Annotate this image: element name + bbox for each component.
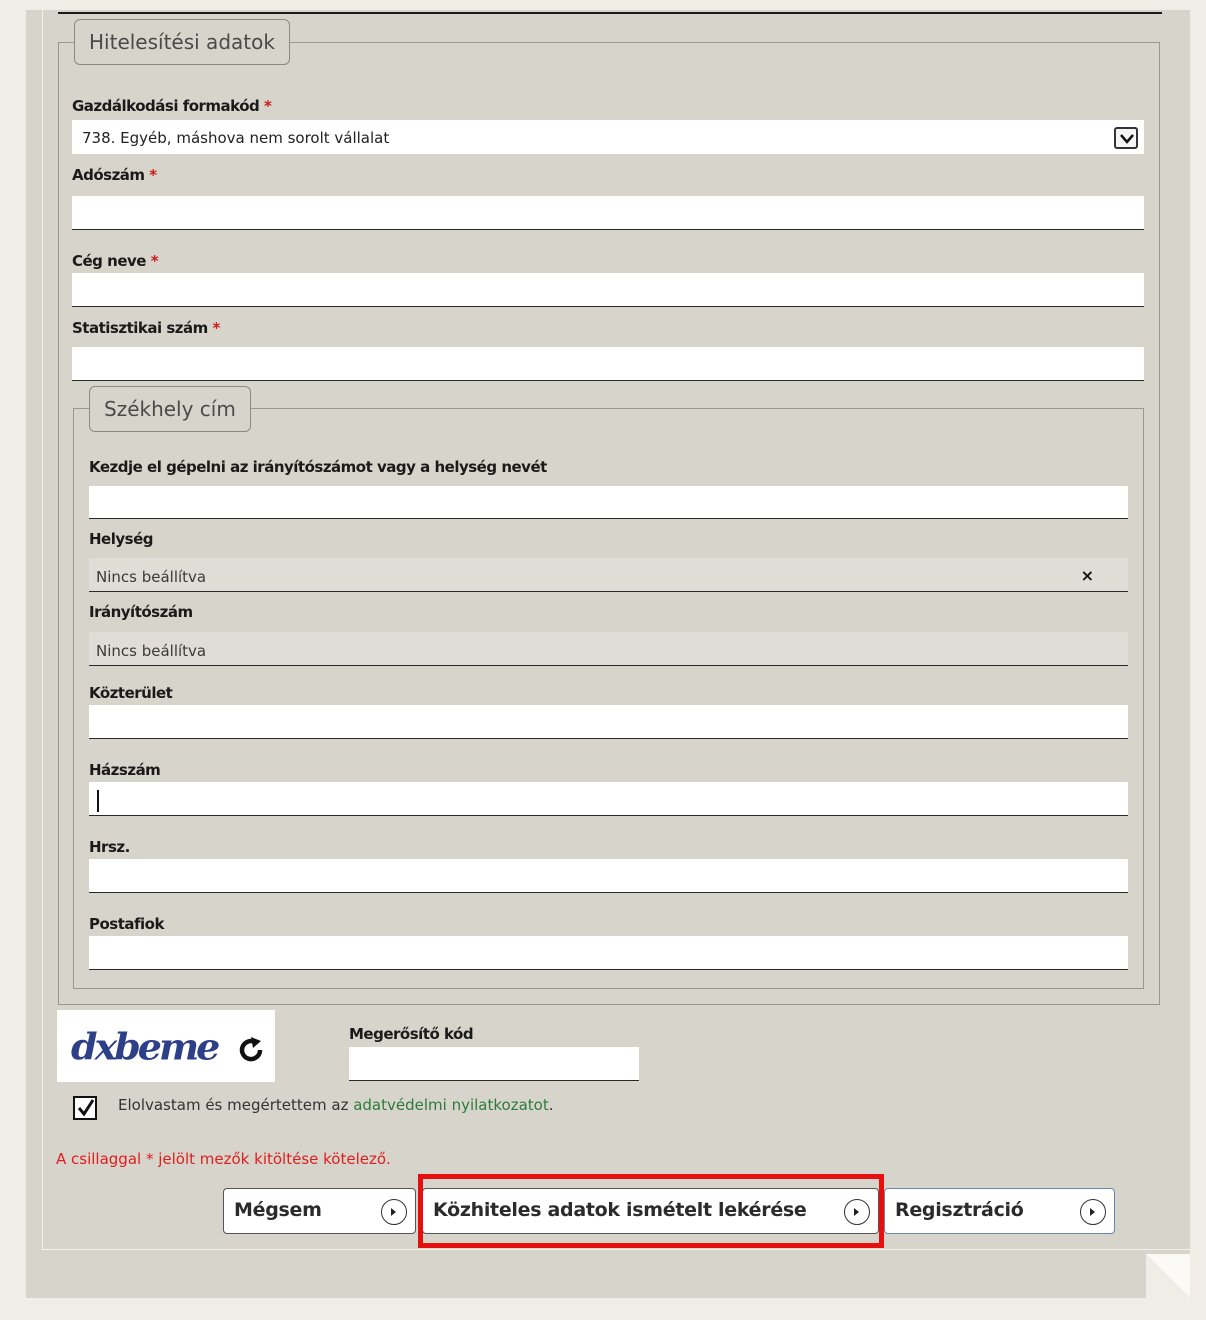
cancel-button-label: Mégsem [234,1199,322,1221]
city-value: Nincs beállítva [96,568,207,586]
checkmark-icon [77,1099,95,1117]
auth-legend: Hitelesítési adatok [74,19,290,65]
required-star: * [149,166,157,184]
text-caret [97,790,99,812]
po-box-label: Postafiok [89,915,164,933]
po-box-input[interactable] [89,936,1128,970]
required-star: * [150,252,159,270]
arrow-right-circle-icon [381,1199,407,1225]
address-legend: Székhely cím [89,386,251,432]
privacy-link[interactable]: adatvédelmi nyilatkozatot [353,1096,548,1114]
house-number-input[interactable] [89,782,1128,816]
business-form-select[interactable]: 738. Egyéb, máshova nem sorolt vállalat [72,120,1144,154]
consent-checkbox[interactable] [73,1096,97,1120]
captcha-code-input[interactable] [349,1047,639,1081]
captcha-code-label: Megerősítő kód [349,1025,474,1043]
consent-text: Elolvastam és megértettem az adatvédelmi… [118,1096,553,1114]
company-name-input[interactable] [72,273,1144,307]
street-input[interactable] [89,705,1128,739]
stat-number-label: Statisztikai szám * [72,319,220,337]
business-form-label: Gazdálkodási formakód * [72,97,272,115]
stat-number-input[interactable] [72,347,1144,381]
clear-icon[interactable]: × [1081,566,1094,585]
address-search-input[interactable] [89,486,1128,519]
address-search-label: Kezdje el gépelni az irányítószámot vagy… [89,458,547,476]
business-form-value: 738. Egyéb, máshova nem sorolt vállalat [82,129,390,147]
parcel-label: Hrsz. [89,838,130,856]
captcha-image: dxbeme [57,1010,275,1082]
city-field[interactable]: Nincs beállítva × [89,558,1128,592]
house-number-label: Házszám [89,761,161,779]
register-button[interactable]: Regisztráció [884,1188,1115,1234]
city-label: Helység [89,530,154,548]
required-star: * [212,319,221,337]
company-name-label: Cég neve * [72,252,159,270]
registration-page: Hitelesítési adatok Gazdálkodási formakó… [0,0,1206,1320]
consent-label: Elolvastam és megértettem az [118,1096,354,1114]
tax-number-label: Adószám * [72,166,157,184]
required-star: * [264,97,272,115]
parcel-input[interactable] [89,859,1128,893]
street-label: Közterület [89,684,173,702]
zip-label: Irányítószám [89,603,193,621]
highlight-box [418,1174,884,1248]
zip-value: Nincs beállítva [96,642,207,660]
page-curl-light [1146,1254,1190,1298]
arrow-right-circle-icon [1080,1199,1106,1225]
zip-field: Nincs beállítva [89,632,1128,666]
tax-number-input[interactable] [72,196,1144,230]
refresh-icon[interactable] [233,1032,269,1068]
top-divider [58,12,1162,14]
cancel-button[interactable]: Mégsem [223,1188,416,1234]
captcha-text: dxbeme [71,1025,220,1068]
chevron-down-icon[interactable] [1114,127,1138,149]
consent-suffix: . [548,1096,554,1114]
register-button-label: Regisztráció [895,1199,1024,1221]
required-note: A csillaggal * jelölt mezők kitöltése kö… [56,1150,391,1168]
